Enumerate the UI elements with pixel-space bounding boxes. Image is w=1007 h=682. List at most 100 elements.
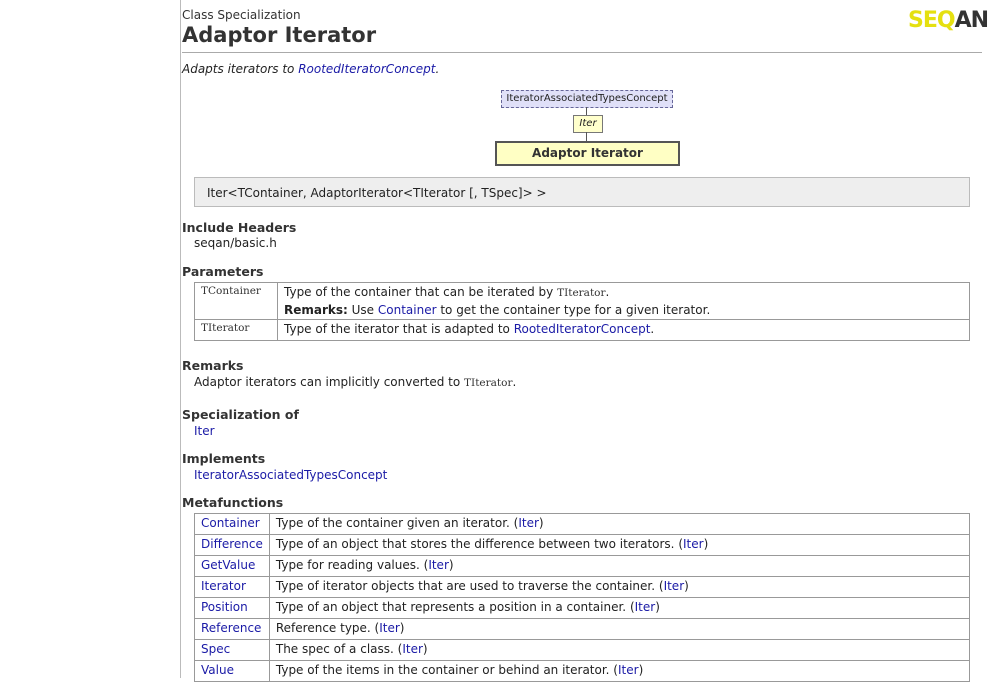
summary: Adapts iterators to RootedIteratorConcep… [182, 62, 439, 76]
rooted-iterator-link[interactable]: RootedIteratorConcept [514, 322, 651, 336]
metafunction-desc: Type for reading values. (Iter) [268, 555, 971, 577]
include-heading: Include Headers [182, 220, 297, 235]
metafunction-name-cell: GetValue [194, 555, 270, 577]
metafunction-link[interactable]: Iterator [201, 579, 246, 593]
signature-box: Iter<TContainer, AdaptorIterator<TIterat… [194, 177, 970, 207]
iter-ref-link[interactable]: Iter [402, 642, 423, 656]
metafunction-name-cell: Iterator [194, 576, 270, 598]
desc-end: . [650, 322, 655, 336]
metafunction-name-cell: Spec [194, 639, 270, 661]
code: TIterator [557, 287, 606, 299]
seqan-logo[interactable]: SEQAN [908, 8, 989, 33]
summary-text: Adapts iterators to [182, 62, 299, 76]
table-row: Spec The spec of a class. (Iter) [194, 639, 971, 661]
diagram-parent-box[interactable]: Iter [573, 115, 603, 133]
metafunction-desc: Reference type. (Iter) [268, 618, 971, 640]
metafunction-desc: Type of the container given an iterator.… [268, 513, 971, 535]
iter-ref-link[interactable]: Iter [518, 516, 539, 530]
page-kind: Class Specialization [182, 8, 301, 22]
desc-text: Type of the items in the container or be… [275, 663, 618, 677]
iter-ref-link[interactable]: Iter [428, 558, 449, 572]
metafunction-desc: Type of an object that stores the differ… [268, 534, 971, 556]
param-desc: Type of the iterator that is adapted to … [277, 319, 970, 341]
metafunction-name-cell: Difference [194, 534, 270, 556]
paren: ) [399, 621, 405, 635]
table-row: TIterator Type of the iterator that is a… [194, 319, 970, 341]
remarks-text: Adaptor iterators can implicitly convert… [194, 375, 516, 389]
table-row: Reference Reference type. (Iter) [194, 618, 971, 640]
desc-text: Type of an object that stores the differ… [275, 537, 683, 551]
diagram-connector [586, 107, 587, 115]
implements-heading: Implements [182, 451, 266, 466]
remarks-text: Use [347, 303, 378, 317]
container-link[interactable]: Container [378, 303, 437, 317]
diagram-concept-box[interactable]: IteratorAssociatedTypesConcept [501, 90, 673, 108]
table-row: GetValue Type for reading values. (Iter) [194, 555, 971, 577]
table-row: Difference Type of an object that stores … [194, 534, 971, 556]
metafunction-desc: Type of an object that represents a posi… [268, 597, 971, 619]
table-row: Position Type of an object that represent… [194, 597, 971, 619]
remarks-text: to get the container type for a given it… [436, 303, 711, 317]
desc-text: Type for reading values. ( [275, 558, 429, 572]
metafunction-name-cell: Position [194, 597, 270, 619]
table-row: Iterator Type of iterator objects that ar… [194, 576, 971, 598]
paren: ) [422, 642, 428, 656]
specialization-heading: Specialization of [182, 407, 299, 422]
remarks-end: . [512, 375, 517, 389]
iter-ref-link[interactable]: Iter [618, 663, 639, 677]
paren: ) [638, 663, 644, 677]
table-row: Container Type of the container given an … [194, 513, 971, 535]
header-rule [182, 52, 982, 53]
parameters-table: TContainer Type of the container that ca… [194, 282, 970, 341]
iter-ref-link[interactable]: Iter [683, 537, 704, 551]
summary-end: . [435, 62, 440, 76]
metafunctions-table: Container Type of the container given an … [194, 513, 971, 682]
metafunction-link[interactable]: Spec [201, 642, 230, 656]
remarks-heading: Remarks [182, 358, 244, 373]
remarks-body: Adaptor iterators can implicitly convert… [194, 375, 465, 389]
metafunction-desc: Type of iterator objects that are used t… [268, 576, 971, 598]
metafunction-name-cell: Reference [194, 618, 270, 640]
paren: ) [703, 537, 709, 551]
code: TIterator [464, 377, 513, 389]
metafunction-link[interactable]: Reference [201, 621, 261, 635]
metafunction-link[interactable]: Container [201, 516, 260, 530]
metafunction-desc: The spec of a class. (Iter) [268, 639, 971, 661]
desc-text: Type of the iterator that is adapted to [284, 322, 514, 336]
desc-text: Reference type. ( [275, 621, 380, 635]
remarks-label: Remarks: [284, 303, 348, 317]
param-name: TIterator [194, 319, 278, 341]
metafunction-link[interactable]: Difference [201, 537, 263, 551]
metafunction-name-cell: Value [194, 660, 270, 682]
iter-ref-link[interactable]: Iter [379, 621, 400, 635]
diagram-connector [586, 132, 587, 141]
paren: ) [448, 558, 454, 572]
include-value: seqan/basic.h [194, 236, 277, 250]
metafunction-name-cell: Container [194, 513, 270, 535]
desc-text: The spec of a class. ( [275, 642, 403, 656]
summary-link[interactable]: RootedIteratorConcept [298, 62, 435, 76]
desc-end: . [605, 285, 610, 299]
left-divider [180, 0, 181, 678]
metafunctions-heading: Metafunctions [182, 495, 284, 510]
param-name: TContainer [194, 282, 278, 320]
iter-link[interactable]: Iter [194, 424, 215, 438]
metafunction-link[interactable]: Value [201, 663, 234, 677]
paren: ) [655, 600, 660, 614]
parameters-heading: Parameters [182, 264, 264, 279]
metafunction-link[interactable]: GetValue [201, 558, 255, 572]
desc-text: Type of the container that can be iterat… [284, 285, 558, 299]
paren: ) [538, 516, 544, 530]
table-row: TContainer Type of the container that ca… [194, 282, 970, 320]
diagram-class-box: Adaptor Iterator [495, 141, 680, 166]
concept-link[interactable]: IteratorAssociatedTypesConcept [194, 468, 387, 482]
desc-text: Type of an object that represents a posi… [275, 600, 635, 614]
metafunction-desc: Type of the items in the container or be… [268, 660, 971, 682]
table-row: Value Type of the items in the container … [194, 660, 971, 682]
iter-ref-link[interactable]: Iter [635, 600, 656, 614]
desc-text: Type of iterator objects that are used t… [275, 579, 664, 593]
param-desc: Type of the container that can be iterat… [277, 282, 970, 320]
metafunction-link[interactable]: Position [201, 600, 248, 614]
page-title: Adaptor Iterator [182, 23, 377, 47]
iter-ref-link[interactable]: Iter [664, 579, 685, 593]
